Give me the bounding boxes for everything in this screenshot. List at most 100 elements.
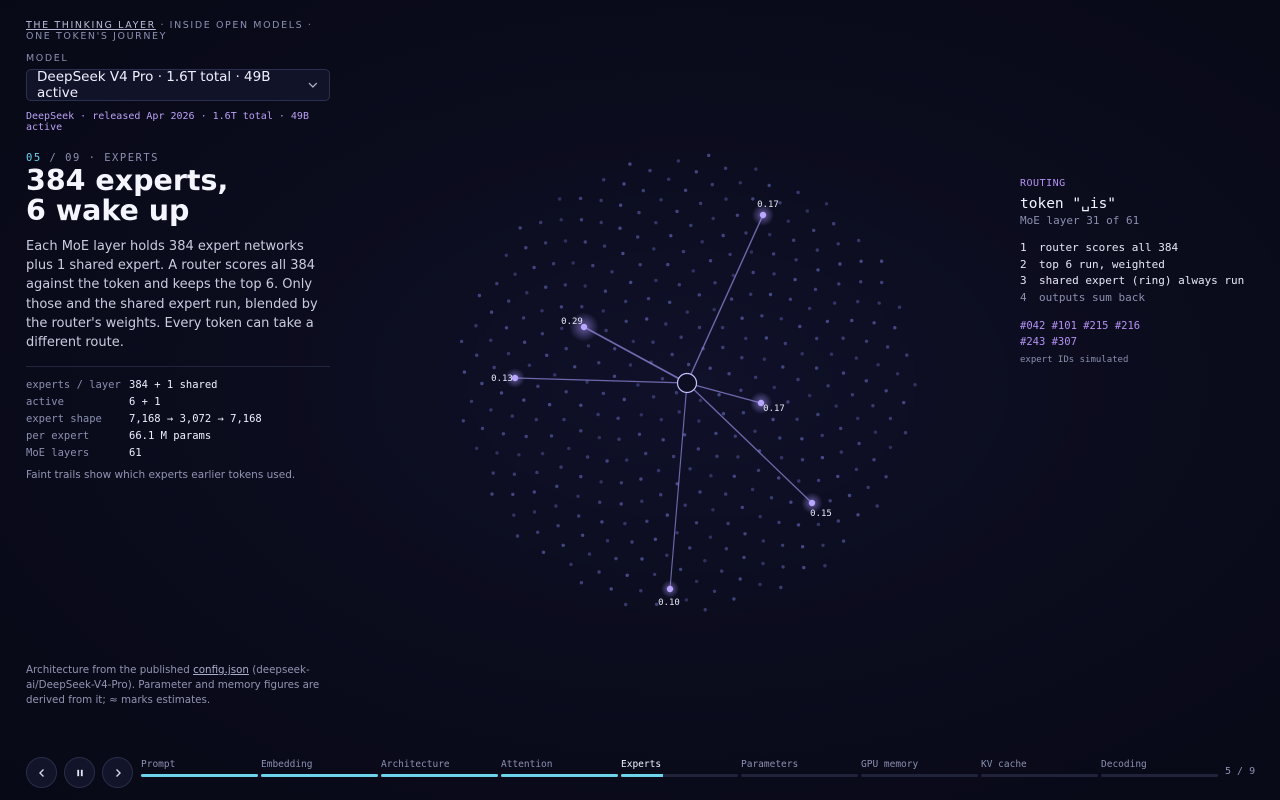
expert-dot (512, 376, 517, 380)
nav-step-attention[interactable]: Attention (501, 759, 618, 777)
expert-dot (555, 484, 559, 488)
model-select[interactable]: DeepSeek V4 Pro · 1.6T total · 49B activ… (26, 69, 330, 101)
expert-dot (618, 226, 622, 230)
expert-dot (495, 451, 499, 455)
routing-step: 4 outputs sum back (1020, 289, 1260, 306)
stat-key: expert shape (26, 412, 102, 425)
stat-key: MoE layers (26, 446, 90, 459)
expert-dot (772, 272, 776, 276)
nav-step-progress (741, 774, 858, 777)
left-panel: THE THINKING LAYER · INSIDE OPEN MODELS … (26, 20, 330, 481)
nav-step-decoding[interactable]: Decoding (1101, 759, 1218, 777)
expert-dot (532, 265, 536, 270)
step-indicator: 05 / 09 · EXPERTS (26, 152, 330, 164)
expert-dot (707, 153, 711, 158)
stat-value: 7,168 → 3,072 → 7,168 (129, 412, 262, 425)
expert-dot (854, 467, 859, 472)
expert-dot (739, 388, 743, 392)
expert-dot (712, 307, 716, 312)
expert-dot (778, 201, 782, 205)
expert-dot (489, 408, 493, 412)
expert-dot (579, 218, 584, 222)
expert-dot (583, 284, 587, 288)
expert-dot (563, 239, 568, 243)
route-line (686, 382, 813, 504)
expert-dot (724, 547, 729, 551)
expert-dot (913, 383, 917, 387)
expert-dot (816, 412, 820, 417)
expert-dot (652, 572, 657, 577)
expert-dot (641, 188, 645, 193)
expert-dot (510, 414, 514, 418)
expert-dot (815, 248, 819, 252)
prev-button[interactable] (26, 757, 57, 788)
expert-dot (553, 373, 557, 377)
expert-dot (654, 278, 658, 283)
expert-dot (676, 159, 681, 163)
stat-key: active (26, 395, 64, 408)
route-line (583, 326, 688, 384)
expert-dot (875, 504, 879, 508)
expert-dot (499, 391, 504, 395)
expert-dot (677, 283, 681, 287)
expert-dot (832, 301, 837, 305)
expert-dot (751, 270, 755, 275)
expert-dot (551, 262, 556, 266)
expert-dot (703, 608, 707, 612)
brand-link[interactable]: THE THINKING LAYER (26, 20, 156, 31)
expert-dot (535, 470, 539, 475)
expert-dot (507, 299, 511, 303)
expert-dot (854, 356, 858, 360)
expert-dot (474, 446, 479, 451)
expert-dot (489, 310, 494, 314)
expert-dot (760, 314, 764, 318)
expert-dot (489, 338, 493, 342)
expert-dot (480, 426, 485, 431)
routing-step-number: 1 (1020, 240, 1027, 254)
nav-step-progress (141, 774, 258, 777)
expert-dot (697, 325, 702, 330)
expert-dot (461, 419, 465, 423)
active-expert-glow (801, 492, 823, 514)
expert-dot (897, 305, 902, 309)
expert-dot (793, 277, 797, 282)
config-json-link[interactable]: config.json (193, 664, 249, 676)
shared-expert-ring (676, 372, 698, 394)
expert-dot (511, 492, 515, 497)
expert-dot (767, 183, 771, 188)
pause-button[interactable] (64, 757, 95, 788)
expert-dot (713, 281, 717, 285)
expert-dot (743, 532, 747, 536)
expert-dot (598, 500, 602, 504)
routing-steps: 1 router scores all 384 2 top 6 run, weigh… (1020, 239, 1260, 306)
expert-dot (723, 166, 728, 170)
expert-dot (768, 232, 772, 237)
expert-dot (701, 346, 705, 351)
expert-dot (711, 508, 715, 512)
nav-step-gpu-memory[interactable]: GPU memory (861, 759, 978, 777)
expert-dot (644, 451, 648, 456)
nav-step-architecture[interactable]: Architecture (381, 759, 498, 777)
nav-step-kv-cache[interactable]: KV cache (981, 759, 1098, 777)
nav-step-progress-fill (621, 774, 664, 777)
expert-dot (864, 339, 869, 343)
pager: 5 / 9 (1225, 766, 1256, 777)
next-button[interactable] (102, 757, 133, 788)
nav-step-experts[interactable]: Experts (621, 759, 738, 777)
expert-dot (579, 403, 583, 407)
stat-value: 6 + 1 (129, 395, 161, 408)
stat-row: MoE layers 61 (26, 444, 330, 461)
expert-dot (609, 587, 613, 591)
nav-step-embedding[interactable]: Embedding (261, 759, 378, 777)
expert-dot (490, 492, 494, 496)
expert-dot (653, 537, 658, 541)
expert-dot (796, 523, 801, 527)
nav-step-parameters[interactable]: Parameters (741, 759, 858, 777)
stat-key: experts / layer (26, 378, 121, 391)
route-line (514, 377, 688, 384)
expert-dot (783, 341, 787, 346)
expert-dot (859, 280, 863, 284)
expert-dot (712, 589, 717, 593)
nav-step-prompt[interactable]: Prompt (141, 759, 258, 777)
expert-dot (631, 339, 635, 344)
